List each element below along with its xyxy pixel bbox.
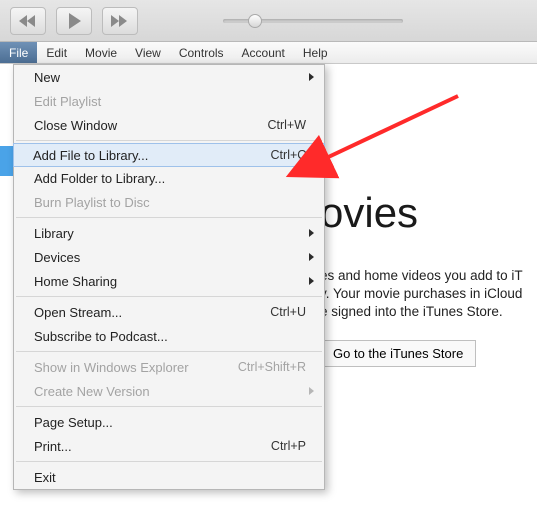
menu-item-label: Open Stream... <box>34 305 122 320</box>
menu-item-library[interactable]: Library <box>14 221 324 245</box>
menu-bar: FileEditMovieViewControlsAccountHelp <box>0 42 537 64</box>
menu-separator <box>16 461 322 462</box>
menu-separator <box>16 217 322 218</box>
menu-item-label: Create New Version <box>34 384 150 399</box>
playback-toolbar <box>0 0 537 42</box>
body-line: es and home videos you add to iT <box>320 267 537 285</box>
menu-controls[interactable]: Controls <box>170 42 233 63</box>
menu-item-close-window[interactable]: Close Window Ctrl+W <box>14 113 324 137</box>
menu-item-label: Subscribe to Podcast... <box>34 329 168 344</box>
menu-item-label: Library <box>34 226 74 241</box>
page-body: es and home videos you add to iT y. Your… <box>320 267 537 322</box>
menu-movie[interactable]: Movie <box>76 42 126 63</box>
menu-account[interactable]: Account <box>233 42 294 63</box>
menu-item-add-folder-to-library[interactable]: Add Folder to Library... <box>14 166 324 190</box>
menu-item-burn-playlist-to-disc: Burn Playlist to Disc <box>14 190 324 214</box>
play-button[interactable] <box>56 7 92 35</box>
go-to-store-button[interactable]: Go to the iTunes Store <box>320 340 476 367</box>
body-line: e signed into the iTunes Store. <box>320 303 537 321</box>
seek-bar[interactable] <box>223 19 403 23</box>
menu-item-shortcut: Ctrl+P <box>271 439 306 453</box>
menu-item-label: Home Sharing <box>34 274 117 289</box>
menu-separator <box>16 351 322 352</box>
page-title: ovies <box>320 189 537 237</box>
menu-edit[interactable]: Edit <box>37 42 76 63</box>
menu-item-exit[interactable]: Exit <box>14 465 324 489</box>
menu-item-label: Add File to Library... <box>33 148 148 163</box>
seek-thumb[interactable] <box>248 14 262 28</box>
menu-item-label: Page Setup... <box>34 415 113 430</box>
next-button[interactable] <box>102 7 138 35</box>
menu-item-subscribe-to-podcast[interactable]: Subscribe to Podcast... <box>14 324 324 348</box>
menu-view[interactable]: View <box>126 42 170 63</box>
menu-item-new[interactable]: New <box>14 65 324 89</box>
menu-separator <box>16 406 322 407</box>
menu-item-open-stream[interactable]: Open Stream... Ctrl+U <box>14 300 324 324</box>
menu-item-devices[interactable]: Devices <box>14 245 324 269</box>
menu-item-page-setup[interactable]: Page Setup... <box>14 410 324 434</box>
menu-separator <box>16 140 322 141</box>
menu-item-home-sharing[interactable]: Home Sharing <box>14 269 324 293</box>
prev-button[interactable] <box>10 7 46 35</box>
menu-item-label: Show in Windows Explorer <box>34 360 189 375</box>
menu-item-label: Exit <box>34 470 56 485</box>
menu-item-label: Devices <box>34 250 80 265</box>
menu-item-shortcut: Ctrl+Shift+R <box>238 360 306 374</box>
menu-item-label: Burn Playlist to Disc <box>34 195 150 210</box>
menu-item-add-file-to-library[interactable]: Add File to Library... Ctrl+O <box>13 143 325 167</box>
menu-item-label: Edit Playlist <box>34 94 101 109</box>
menu-item-show-in-windows-explorer: Show in Windows Explorer Ctrl+Shift+R <box>14 355 324 379</box>
menu-item-create-new-version: Create New Version <box>14 379 324 403</box>
menu-item-label: New <box>34 70 60 85</box>
body-line: y. Your movie purchases in iCloud <box>320 285 537 303</box>
menu-item-print[interactable]: Print... Ctrl+P <box>14 434 324 458</box>
menu-item-shortcut: Ctrl+O <box>271 148 307 162</box>
menu-help[interactable]: Help <box>294 42 337 63</box>
menu-item-shortcut: Ctrl+U <box>270 305 306 319</box>
menu-item-label: Print... <box>34 439 72 454</box>
menu-item-label: Close Window <box>34 118 117 133</box>
menu-item-edit-playlist: Edit Playlist <box>14 89 324 113</box>
menu-separator <box>16 296 322 297</box>
menu-item-shortcut: Ctrl+W <box>267 118 306 132</box>
file-menu-dropdown: New Edit Playlist Close Window Ctrl+W Add Fi… <box>13 64 325 490</box>
sidebar-accent <box>0 146 13 176</box>
menu-file[interactable]: File <box>0 42 37 63</box>
menu-item-label: Add Folder to Library... <box>34 171 165 186</box>
